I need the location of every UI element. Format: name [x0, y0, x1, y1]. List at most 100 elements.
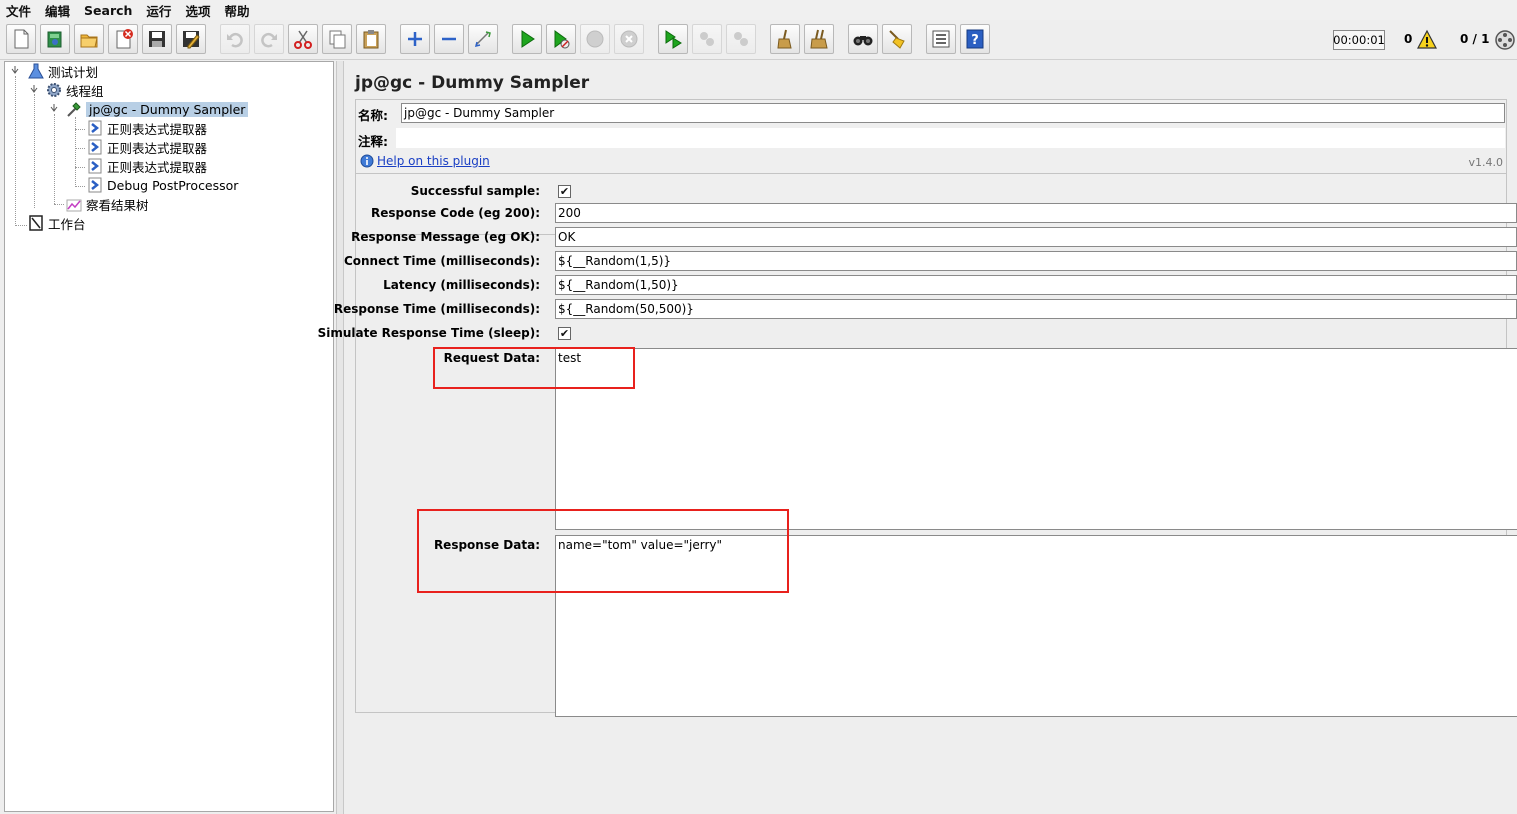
search-button[interactable] — [848, 24, 878, 54]
play-icon — [521, 30, 535, 48]
help-button[interactable]: ? — [960, 24, 990, 54]
panel-splitter[interactable] — [336, 61, 344, 814]
shutdown-button[interactable] — [614, 24, 644, 54]
help-question-icon: ? — [966, 29, 984, 49]
tree-node-dummy-sampler[interactable]: jp@gc - Dummy Sampler — [65, 100, 249, 118]
tree-connector — [75, 167, 85, 168]
remote-start-button[interactable] — [658, 24, 688, 54]
reset-search-button[interactable] — [882, 24, 912, 54]
collapse-all-button[interactable] — [434, 24, 464, 54]
post-processor-arrow-icon — [88, 158, 102, 174]
help-plugin-link[interactable]: Help on this plugin — [377, 154, 490, 168]
response-code-field[interactable]: 200 — [555, 203, 1517, 223]
clear-button[interactable] — [770, 24, 800, 54]
menu-file[interactable]: 文件 — [6, 1, 31, 20]
clear-all-button[interactable] — [804, 24, 834, 54]
menu-run[interactable]: 运行 — [146, 1, 171, 20]
response-code-label: Response Code (eg 200): — [370, 206, 540, 220]
remote-stop-button[interactable] — [692, 24, 722, 54]
tree-connector — [34, 94, 35, 208]
start-no-pause-button[interactable] — [546, 24, 576, 54]
copy-button[interactable] — [322, 24, 352, 54]
close-button[interactable] — [108, 24, 138, 54]
toolbar: ? 00:00:01 0 0 / 1 — [0, 20, 1517, 60]
expand-all-button[interactable] — [400, 24, 430, 54]
tree-node-debug-postprocessor[interactable]: Debug PostProcessor — [86, 176, 238, 194]
warning-count: 0 — [1404, 32, 1413, 46]
running-status-icon — [1495, 30, 1515, 50]
warning-triangle-icon[interactable] — [1416, 29, 1438, 51]
svg-text:?: ? — [971, 33, 979, 48]
successful-sample-checkbox[interactable]: ✔ — [558, 185, 571, 198]
new-file-icon — [14, 29, 29, 49]
stop-button[interactable] — [580, 24, 610, 54]
save-button[interactable] — [142, 24, 172, 54]
tree-node-label: 正则表达式提取器 — [107, 159, 208, 175]
test-plan-icon — [28, 63, 44, 79]
undo-button[interactable] — [220, 24, 250, 54]
expand-toggle-icon[interactable] — [11, 66, 19, 76]
request-data-textarea[interactable]: test — [555, 348, 1517, 530]
menu-options[interactable]: 选项 — [185, 1, 210, 20]
tree-connector — [75, 129, 85, 130]
connect-time-label: Connect Time (milliseconds): — [343, 254, 540, 268]
templates-button[interactable] — [40, 24, 70, 54]
new-button[interactable] — [6, 24, 36, 54]
tree-node-label: 察看结果树 — [86, 197, 149, 213]
tree-connector — [15, 225, 27, 226]
plugin-version: v1.4.0 — [1468, 156, 1504, 169]
tree-node-label: jp@gc - Dummy Sampler — [86, 101, 249, 117]
tree-node-label: 正则表达式提取器 — [107, 121, 208, 137]
close-file-icon — [116, 29, 133, 49]
menu-help[interactable]: 帮助 — [224, 1, 249, 20]
name-label: 名称: — [358, 108, 388, 123]
sampler-pipette-icon — [67, 102, 81, 117]
open-button[interactable] — [74, 24, 104, 54]
tree-connector — [75, 117, 76, 187]
tree-node-regex-extractor-3[interactable]: 正则表达式提取器 — [86, 157, 207, 175]
tree-node-test-plan[interactable]: 测试计划 — [27, 62, 98, 80]
tree-node-thread-group[interactable]: 线程组 — [45, 81, 104, 99]
active-threads-count: 0 / 1 — [1460, 32, 1490, 46]
list-icon — [932, 30, 950, 48]
expand-toggle-icon[interactable] — [50, 104, 58, 114]
tree-node-workbench[interactable]: 工作台 — [27, 214, 86, 232]
menu-search[interactable]: Search — [84, 3, 132, 18]
cut-button[interactable] — [288, 24, 318, 54]
help-row: Help on this plugin — [360, 154, 490, 168]
tree-node-regex-extractor-1[interactable]: 正则表达式提取器 — [86, 119, 207, 137]
paste-button[interactable] — [356, 24, 386, 54]
connect-time-field[interactable]: ${__Random(1,5)} — [555, 251, 1517, 271]
templates-book-icon — [47, 31, 62, 48]
tree-connector — [15, 76, 16, 226]
save-as-button[interactable] — [176, 24, 206, 54]
remote-shutdown-button[interactable] — [726, 24, 756, 54]
remote-stop-icon — [700, 32, 714, 46]
tree-node-view-results-tree[interactable]: 察看结果树 — [65, 195, 149, 213]
simulate-response-checkbox[interactable]: ✔ — [558, 327, 571, 340]
response-time-field[interactable]: ${__Random(50,500)} — [555, 299, 1517, 319]
remote-shutdown-icon — [734, 32, 748, 46]
name-field[interactable]: jp@gc - Dummy Sampler — [401, 103, 1505, 123]
paste-clipboard-icon — [363, 30, 379, 49]
thread-group-gear-icon — [47, 83, 61, 97]
sampler-config-panel: jp@gc - Dummy Sampler 名称: jp@gc - Dummy … — [318, 61, 1517, 814]
comment-field[interactable] — [396, 128, 1505, 148]
clear-all-broom-icon — [810, 29, 828, 49]
response-time-label: Response Time (milliseconds): — [333, 302, 540, 316]
response-message-field[interactable]: OK — [555, 227, 1517, 247]
comment-label: 注释: — [358, 134, 388, 149]
start-button[interactable] — [512, 24, 542, 54]
tree-node-regex-extractor-2[interactable]: 正则表达式提取器 — [86, 138, 207, 156]
latency-field[interactable]: ${__Random(1,50)} — [555, 275, 1517, 295]
redo-button[interactable] — [254, 24, 284, 54]
plus-icon — [408, 32, 422, 46]
toggle-button[interactable] — [468, 24, 498, 54]
function-helper-button[interactable] — [926, 24, 956, 54]
expand-toggle-icon[interactable] — [30, 85, 38, 95]
menu-edit[interactable]: 编辑 — [45, 1, 70, 20]
tree-connector — [54, 204, 64, 205]
listener-graph-icon — [66, 199, 82, 212]
dummy-sampler-form: Successful sample: ✔ Response Code (eg 2… — [318, 173, 1517, 717]
tree-node-label: 测试计划 — [48, 64, 99, 80]
